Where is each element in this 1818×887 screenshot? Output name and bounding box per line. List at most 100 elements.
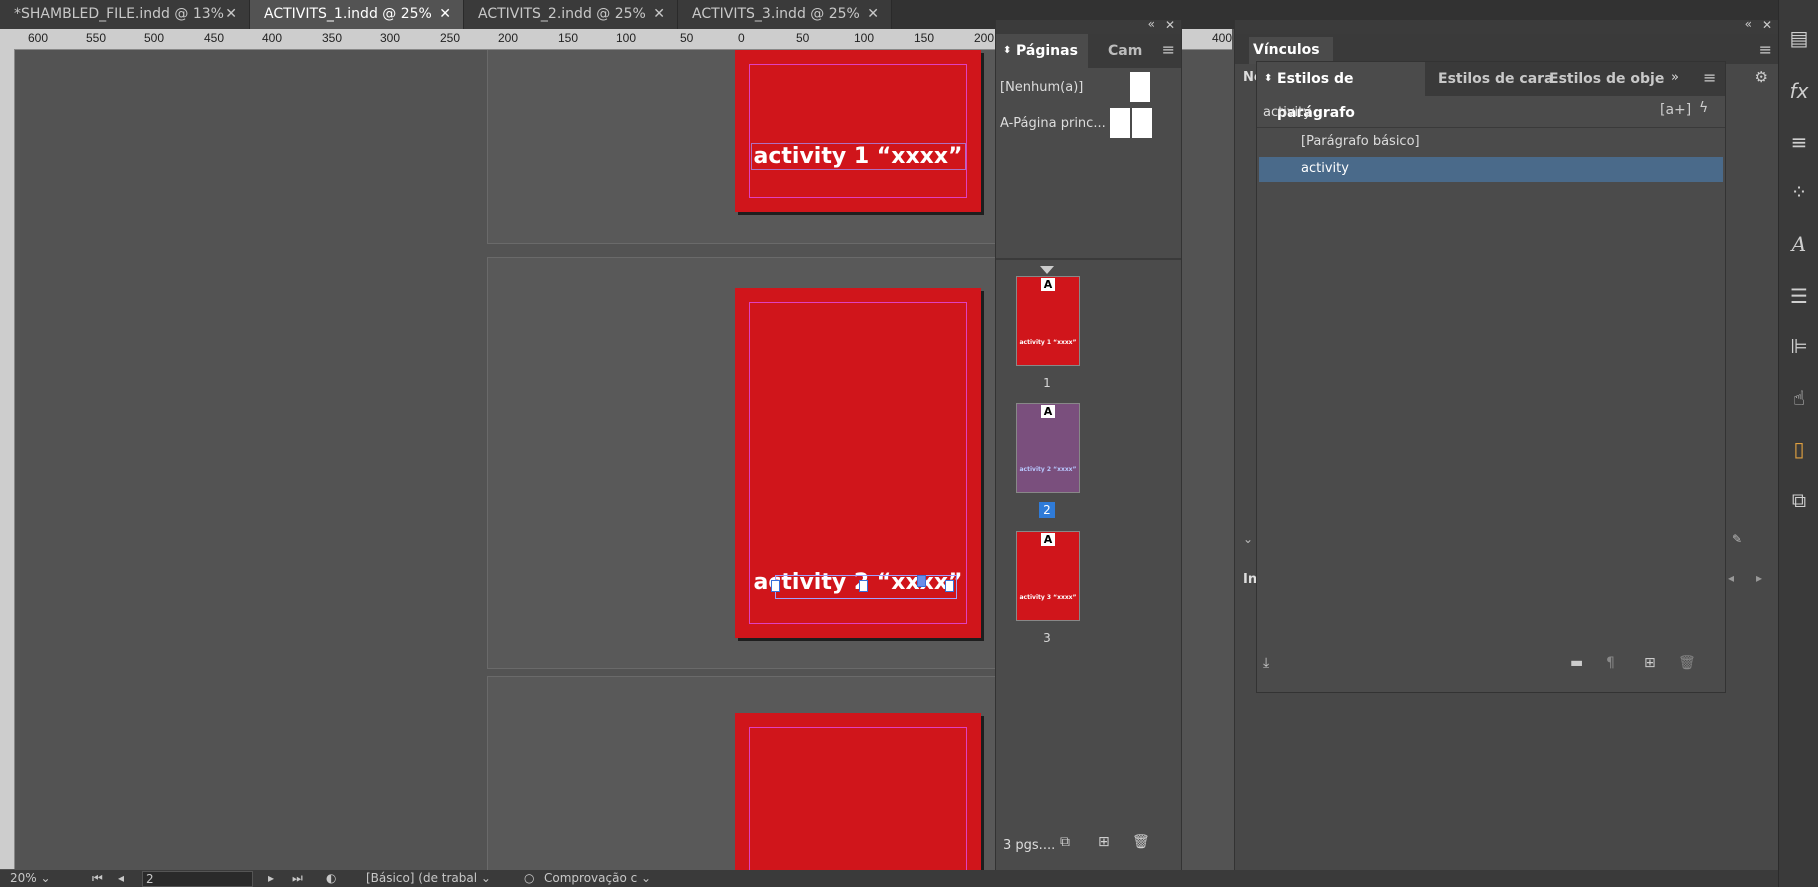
tab-shambled-file[interactable]: *SHAMBLED_FILE.indd @ 13% ✕ xyxy=(0,0,250,29)
close-icon[interactable]: ✕ xyxy=(439,0,451,28)
thumb-text: activity 1 “xxxx” xyxy=(1019,339,1077,346)
collapse-icon[interactable]: « xyxy=(1148,17,1155,31)
page-number-value: 2 xyxy=(146,872,154,886)
panel-menu-icon[interactable]: ≡ xyxy=(1162,40,1175,59)
close-icon[interactable]: ✕ xyxy=(225,0,237,28)
master-a[interactable]: A-Página princ... xyxy=(1000,116,1106,131)
master-a-thumb-left[interactable] xyxy=(1110,108,1130,138)
preflight-value: Comprovação c xyxy=(544,871,638,885)
page-number-3: 3 xyxy=(1016,631,1078,645)
tab-paragraph-styles[interactable]: ⬍ Estilos de parágrafo xyxy=(1257,62,1425,121)
out-port-handle[interactable] xyxy=(917,575,926,587)
ruler-label: 50 xyxy=(680,31,694,45)
thumb-text: activity 3 “xxxx” xyxy=(1019,594,1077,601)
collapse-icon[interactable]: « xyxy=(1745,17,1752,31)
selection-handle[interactable] xyxy=(771,580,780,592)
prev-page-icon[interactable]: ◂ xyxy=(118,871,124,885)
document-canvas[interactable]: activity 1 “xxxx” activity 2 “xxxx” xyxy=(15,50,995,870)
add-style-icon[interactable]: ⊞ xyxy=(1644,655,1656,671)
page-1-text-frame[interactable]: activity 1 “xxxx” xyxy=(735,143,981,170)
align-icon[interactable]: ⊫ xyxy=(1787,334,1811,358)
links-panel-topbar: « ✕ xyxy=(1235,17,1778,34)
preview-icon[interactable]: ◐ xyxy=(326,871,336,885)
ruler-label: 150 xyxy=(558,31,579,45)
last-page-icon[interactable]: ⏭ xyxy=(292,871,303,886)
style-row-basic[interactable]: [Parágrafo básico] xyxy=(1259,130,1723,155)
preflight-select[interactable]: Comprovação c ⌄ xyxy=(544,871,651,885)
tab-object-styles[interactable]: Estilos de obje xyxy=(1549,62,1664,96)
selection-handle[interactable] xyxy=(859,580,868,592)
page-number-field[interactable]: 2 xyxy=(142,871,253,887)
expand-chevron-icon[interactable]: ⌄ xyxy=(1243,532,1253,546)
master-none[interactable]: [Nenhum(a)] xyxy=(1000,80,1083,95)
new-style-icon[interactable]: [a+] xyxy=(1660,102,1691,118)
zoom-value: 20% xyxy=(10,871,37,885)
first-page-icon[interactable]: ⏮ xyxy=(92,871,103,886)
tab-cam[interactable]: Cam xyxy=(1088,34,1142,68)
links-strip-icon[interactable]: ⧉ xyxy=(1787,488,1811,512)
master-badge: A xyxy=(1041,533,1055,546)
paragraph-icon[interactable]: ☰ xyxy=(1787,284,1811,308)
close-panel-icon[interactable]: ✕ xyxy=(1762,18,1772,32)
tab-pages-label: Páginas xyxy=(1016,43,1078,59)
links-title: Vínculos xyxy=(1253,42,1320,58)
delete-page-icon[interactable]: 🗑 xyxy=(1132,834,1150,850)
ruler-label: 500 xyxy=(144,31,165,45)
comments-icon[interactable]: ▤ xyxy=(1787,26,1811,50)
links-options-icon[interactable]: ⚙ xyxy=(1755,68,1768,86)
edit-pencil-icon[interactable]: ✎ xyxy=(1732,532,1742,546)
close-icon[interactable]: ✕ xyxy=(653,0,665,28)
pages-panel-tabs: ⬍ Páginas Cam ≡ xyxy=(996,34,1181,68)
ruler-label: 100 xyxy=(616,31,637,45)
workspace-select[interactable]: [Básico] (de trabal ⌄ xyxy=(366,871,491,885)
new-group-icon[interactable]: ▬ xyxy=(1570,655,1583,671)
links-info-label: In xyxy=(1243,572,1257,587)
page-thumb-3[interactable]: Aactivity 3 “xxxx” xyxy=(1016,531,1080,621)
load-styles-icon[interactable]: ⤓ xyxy=(1263,655,1269,671)
character-styles-icon[interactable]: A xyxy=(1787,232,1811,256)
edit-page-size-icon[interactable]: ⧉ xyxy=(1060,834,1070,850)
new-page-icon[interactable]: ⊞ xyxy=(1098,834,1110,850)
panel-divider[interactable] xyxy=(996,258,1181,260)
page-number-1: 1 xyxy=(1016,376,1078,390)
master-a-thumb-right[interactable] xyxy=(1132,108,1152,138)
style-row-label: activity xyxy=(1301,161,1349,176)
tab-activits-2[interactable]: ACTIVITS_2.indd @ 25% ✕ xyxy=(464,0,678,29)
tab-activits-3[interactable]: ACTIVITS_3.indd @ 25% ✕ xyxy=(678,0,892,29)
para-menu-icon[interactable]: ≡ xyxy=(1703,68,1716,87)
close-panel-icon[interactable]: ✕ xyxy=(1165,18,1175,32)
style-search-field[interactable]: activity xyxy=(1263,105,1311,120)
quick-apply-icon[interactable]: ϟ xyxy=(1699,100,1708,116)
tab-links[interactable]: Vínculos xyxy=(1249,37,1333,64)
next-arrow-icon[interactable]: ▸ xyxy=(1756,571,1762,585)
page-3[interactable] xyxy=(735,713,981,870)
tab-character-label: Estilos de cara xyxy=(1438,71,1554,87)
links-menu-icon[interactable]: ≡ xyxy=(1759,40,1772,59)
effects-icon[interactable]: fx xyxy=(1787,79,1811,103)
interactive-icon[interactable]: ☝ xyxy=(1787,386,1811,410)
tab-activits-1[interactable]: ACTIVITS_1.indd @ 25% ✕ xyxy=(250,0,464,29)
ruler-label: 550 xyxy=(86,31,107,45)
selection-handle[interactable] xyxy=(945,580,954,592)
zoom-select[interactable]: 20% ⌄ xyxy=(10,871,51,885)
page-number: 3 xyxy=(1043,631,1051,645)
delete-style-icon[interactable]: 🗑 xyxy=(1678,655,1696,671)
page-2[interactable]: activity 2 “xxxx” xyxy=(735,288,981,638)
style-row-activity[interactable]: activity xyxy=(1259,157,1723,182)
tab-character-styles[interactable]: Estilos de cara xyxy=(1438,62,1554,96)
lines-icon[interactable]: ≡ xyxy=(1787,130,1811,154)
tab-pages[interactable]: ⬍ Páginas xyxy=(996,34,1088,68)
swatches-icon[interactable]: ⁘ xyxy=(1787,180,1811,204)
pages-strip-icon[interactable]: ▯ xyxy=(1787,437,1811,461)
master-none-thumb[interactable] xyxy=(1130,72,1150,102)
page-1[interactable]: activity 1 “xxxx” xyxy=(735,50,981,212)
prev-arrow-icon[interactable]: ◂ xyxy=(1728,571,1734,585)
more-tabs-icon[interactable]: » xyxy=(1671,70,1679,85)
vertical-ruler[interactable] xyxy=(0,49,15,869)
next-page-icon[interactable]: ▸ xyxy=(268,871,274,885)
clear-overrides-icon[interactable]: ¶ xyxy=(1606,655,1615,671)
ruler-corner[interactable] xyxy=(0,29,14,49)
close-icon[interactable]: ✕ xyxy=(867,0,879,28)
page-thumb-2[interactable]: Aactivity 2 “xxxx” xyxy=(1016,403,1080,493)
page-thumb-1[interactable]: Aactivity 1 “xxxx” xyxy=(1016,276,1080,366)
